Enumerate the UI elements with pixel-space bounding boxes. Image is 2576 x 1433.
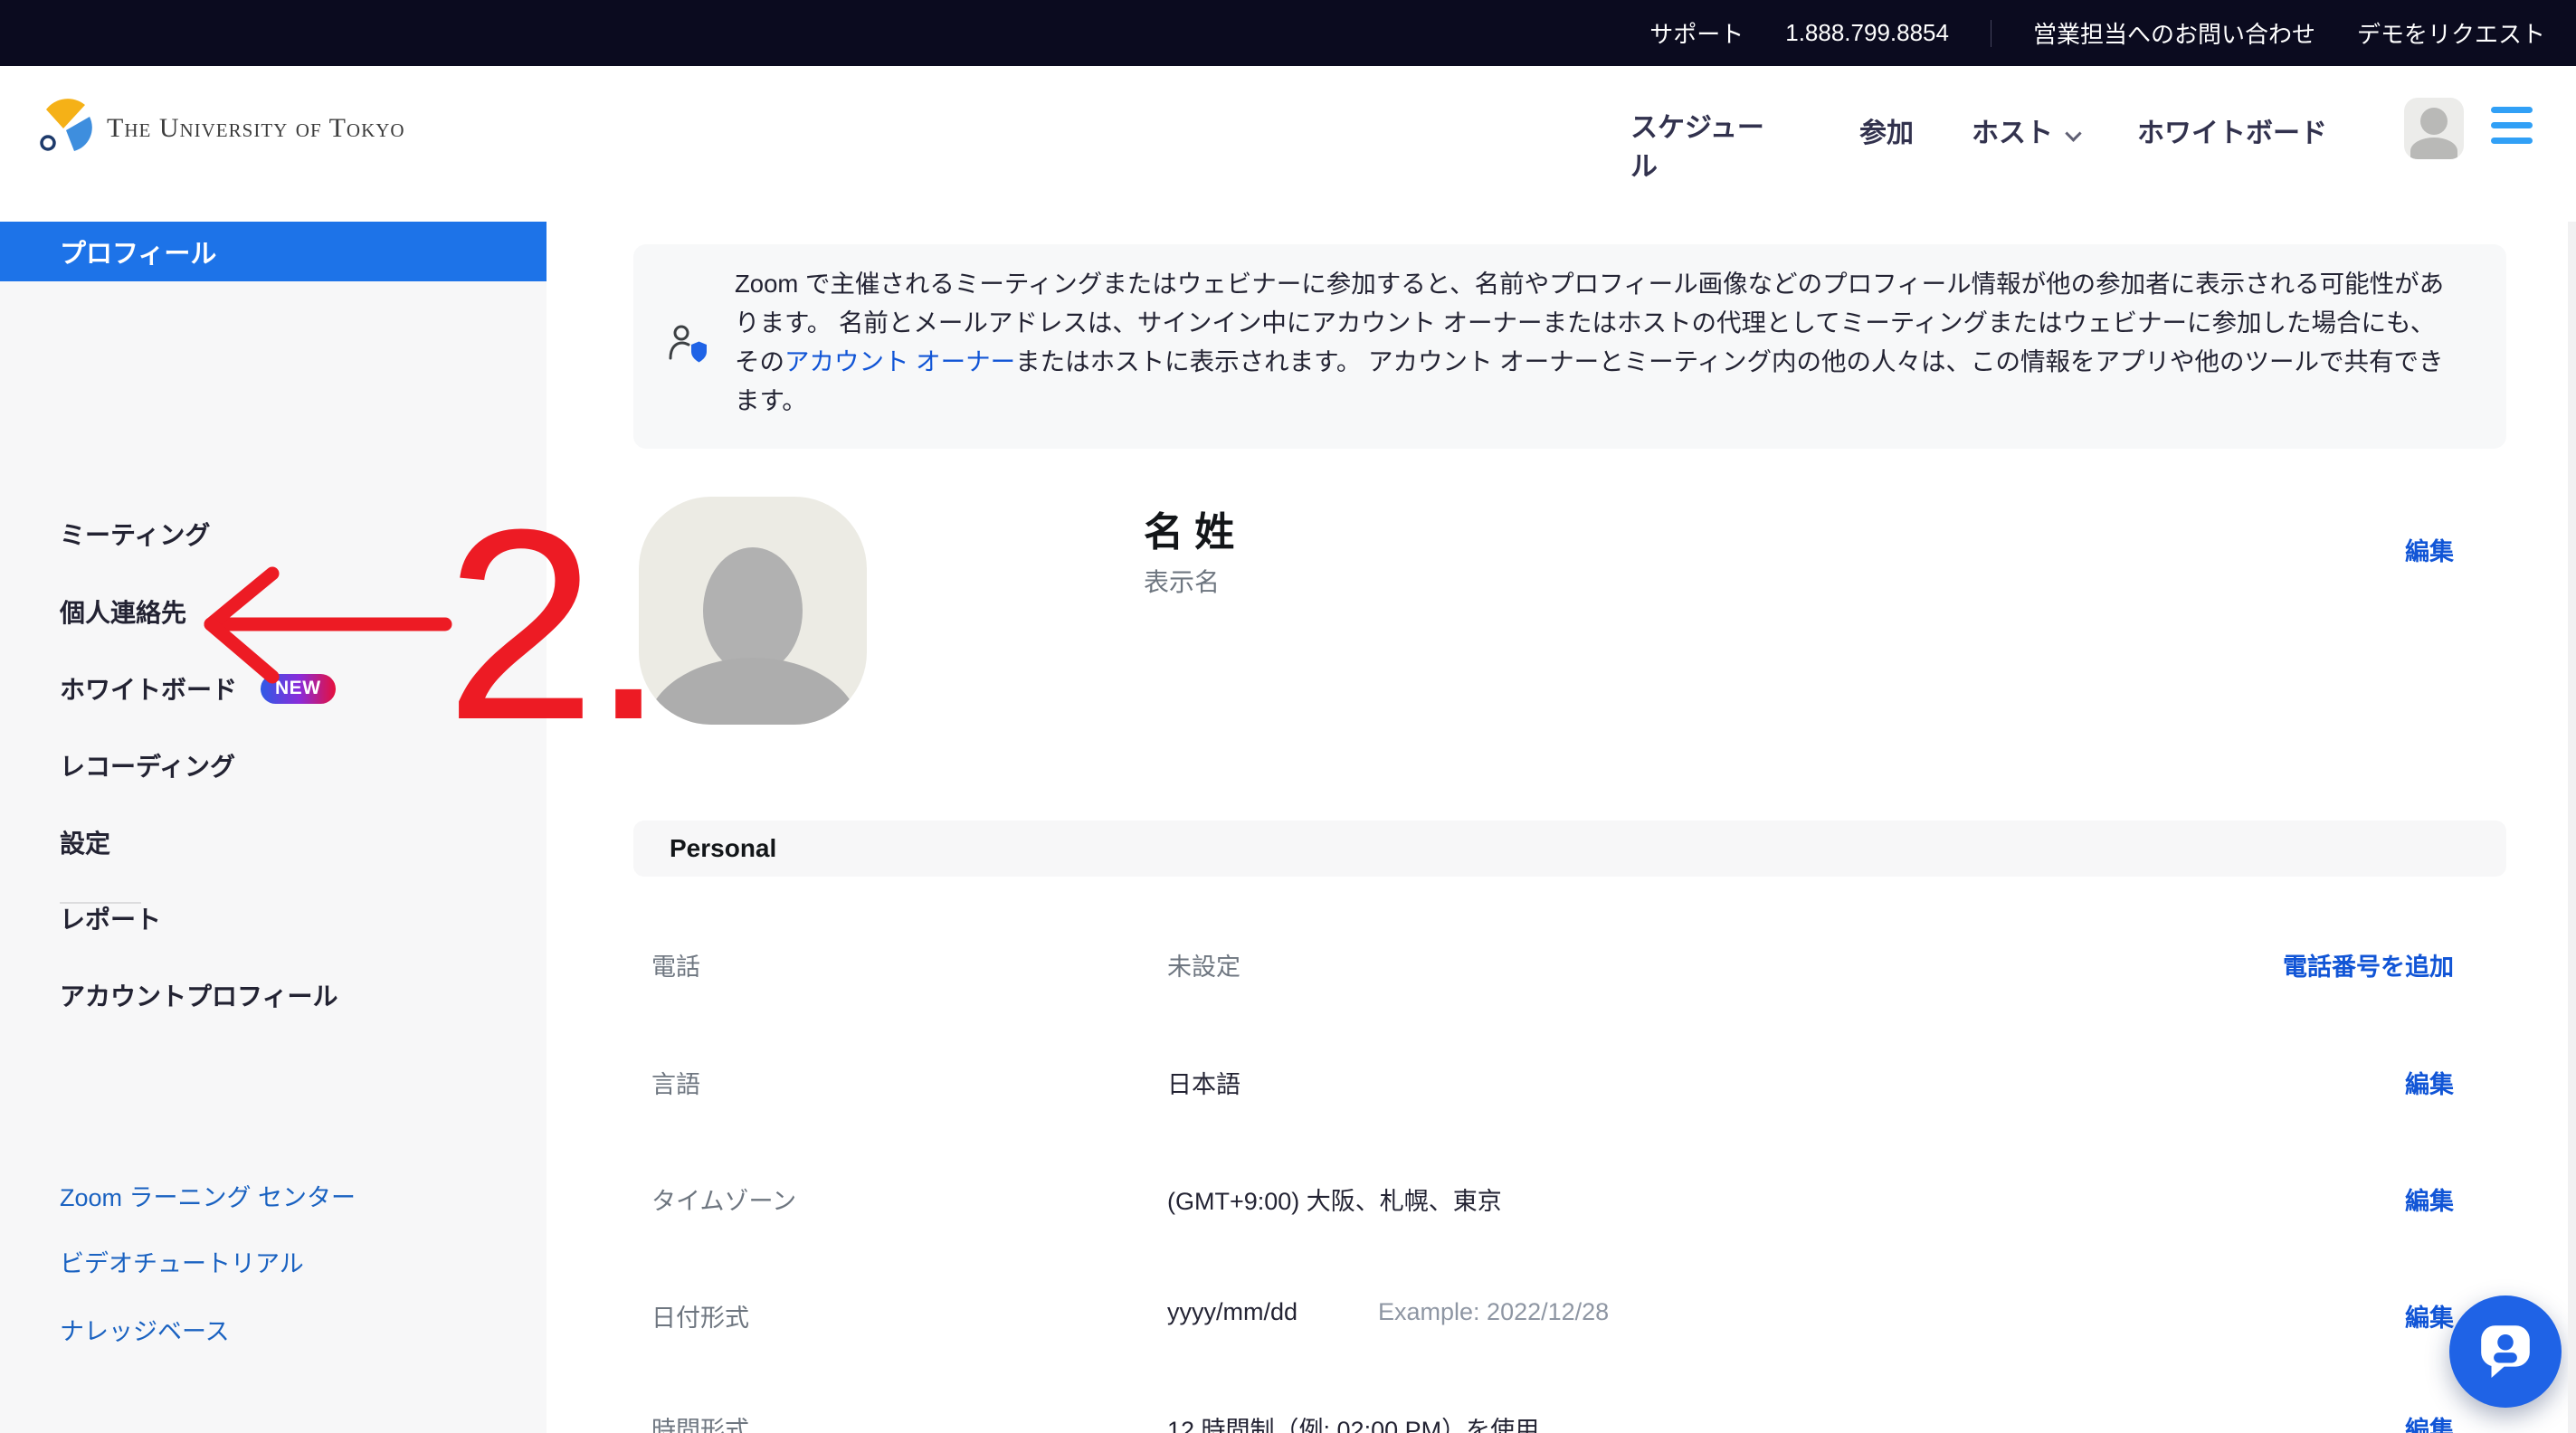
nav-host[interactable]: ホスト: [1972, 110, 2079, 150]
date-format-edit-button[interactable]: 編集: [2405, 1298, 2454, 1333]
privacy-notice-text: Zoom で主催されるミーティングまたはウェビナーに参加すると、名前やプロフィー…: [735, 264, 2449, 420]
language-edit-button[interactable]: 編集: [2405, 1065, 2454, 1100]
row-time-format: 時間形式 12 時間制（例: 02:00 PM）を使用 編集: [633, 1410, 2506, 1433]
chat-person-icon: [2476, 1320, 2535, 1384]
site-header: The University of Tokyo スケジュール 参加 ホスト ホワ…: [0, 66, 2576, 222]
sidebar-item-settings[interactable]: 設定: [0, 822, 547, 862]
support-chat-button[interactable]: [2449, 1295, 2562, 1408]
account-avatar[interactable]: [2404, 98, 2464, 159]
scrollbar-track[interactable]: [2568, 222, 2576, 1433]
sidebar-item-profile[interactable]: プロフィール: [0, 222, 547, 281]
sidebar-item-reports[interactable]: レポート: [0, 898, 547, 938]
profile-name: 名 姓: [1144, 499, 1234, 557]
hamburger-icon-bar: [2491, 138, 2533, 144]
phone-label: 電話: [651, 947, 700, 982]
time-format-edit-button[interactable]: 編集: [2405, 1410, 2454, 1433]
sidebar-divider: [60, 902, 141, 904]
profile-display-name: 表示名: [1144, 563, 1220, 599]
add-phone-number-button[interactable]: 電話番号を追加: [2283, 947, 2454, 982]
ginkgo-leaf-icon: [36, 99, 94, 157]
sidebar-item-account-profile[interactable]: アカウントプロフィール: [0, 975, 547, 1015]
date-format-label: 日付形式: [651, 1298, 749, 1333]
profile-photo[interactable]: [639, 497, 867, 725]
phone-value: 未設定: [1167, 947, 1240, 982]
top-utility-bar: サポート 1.888.799.8854 営業担当へのお問い合わせ デモをリクエス…: [0, 0, 2576, 66]
university-logo[interactable]: The University of Tokyo: [36, 99, 405, 157]
row-language: 言語 日本語 編集: [633, 1065, 2506, 1106]
hamburger-icon: [2491, 107, 2533, 113]
request-demo-link[interactable]: デモをリクエスト: [2357, 16, 2545, 50]
chevron-down-icon: [2065, 125, 2081, 141]
support-phone-number: 1.888.799.8854: [1785, 19, 1949, 47]
hamburger-icon-bar: [2491, 122, 2533, 128]
sidebar-link-video-tutorials[interactable]: ビデオチュートリアル: [0, 1241, 547, 1281]
language-label: 言語: [651, 1065, 700, 1100]
date-format-example: Example: 2022/12/28: [1378, 1298, 1609, 1326]
annotation-step-number: 2.: [445, 489, 661, 760]
row-phone: 電話 未設定 電話番号を追加: [633, 947, 2506, 989]
profile-edit-button[interactable]: 編集: [2405, 532, 2454, 567]
person-icon-body: [2410, 138, 2457, 159]
person-icon: [703, 547, 803, 674]
support-link[interactable]: サポート: [1649, 16, 1744, 50]
time-format-label: 時間形式: [651, 1410, 749, 1433]
account-owner-link[interactable]: アカウント オーナー: [784, 347, 1015, 375]
university-logo-text: The University of Tokyo: [107, 113, 405, 144]
language-value: 日本語: [1167, 1065, 1240, 1100]
time-format-value: 12 時間制（例: 02:00 PM）を使用: [1167, 1410, 1539, 1433]
user-shield-icon: [668, 324, 709, 370]
nav-schedule[interactable]: スケジュール: [1630, 109, 1780, 186]
annotation-arrow: [195, 541, 466, 708]
personal-section-header: Personal: [633, 821, 2506, 877]
timezone-edit-button[interactable]: 編集: [2405, 1182, 2454, 1217]
sidebar-link-knowledge-base[interactable]: ナレッジベース: [0, 1309, 547, 1349]
contact-sales-link[interactable]: 営業担当へのお問い合わせ: [2033, 16, 2315, 50]
timezone-label: タイムゾーン: [651, 1182, 796, 1217]
sidebar: プロフィール ミーティング 個人連絡先 ホワイトボード NEW レコーディング …: [0, 222, 547, 1433]
timezone-value: (GMT+9:00) 大阪、札幌、東京: [1167, 1182, 1502, 1217]
person-icon: [2420, 108, 2448, 135]
person-icon-body: [646, 658, 860, 725]
sidebar-link-learning-center[interactable]: Zoom ラーニング センター: [0, 1175, 547, 1215]
row-date-format: 日付形式 yyyy/mm/dd Example: 2022/12/28 編集: [633, 1298, 2506, 1340]
date-format-value: yyyy/mm/dd: [1167, 1298, 1298, 1326]
row-timezone: タイムゾーン (GMT+9:00) 大阪、札幌、東京 編集: [633, 1182, 2506, 1223]
nav-join[interactable]: 参加: [1859, 110, 1914, 150]
nav-whiteboard[interactable]: ホワイトボード: [2137, 110, 2327, 150]
privacy-notice: Zoom で主催されるミーティングまたはウェビナーに参加すると、名前やプロフィー…: [633, 244, 2506, 449]
nav-host-label: ホスト: [1972, 119, 2053, 148]
hamburger-menu-button[interactable]: [2491, 107, 2533, 153]
